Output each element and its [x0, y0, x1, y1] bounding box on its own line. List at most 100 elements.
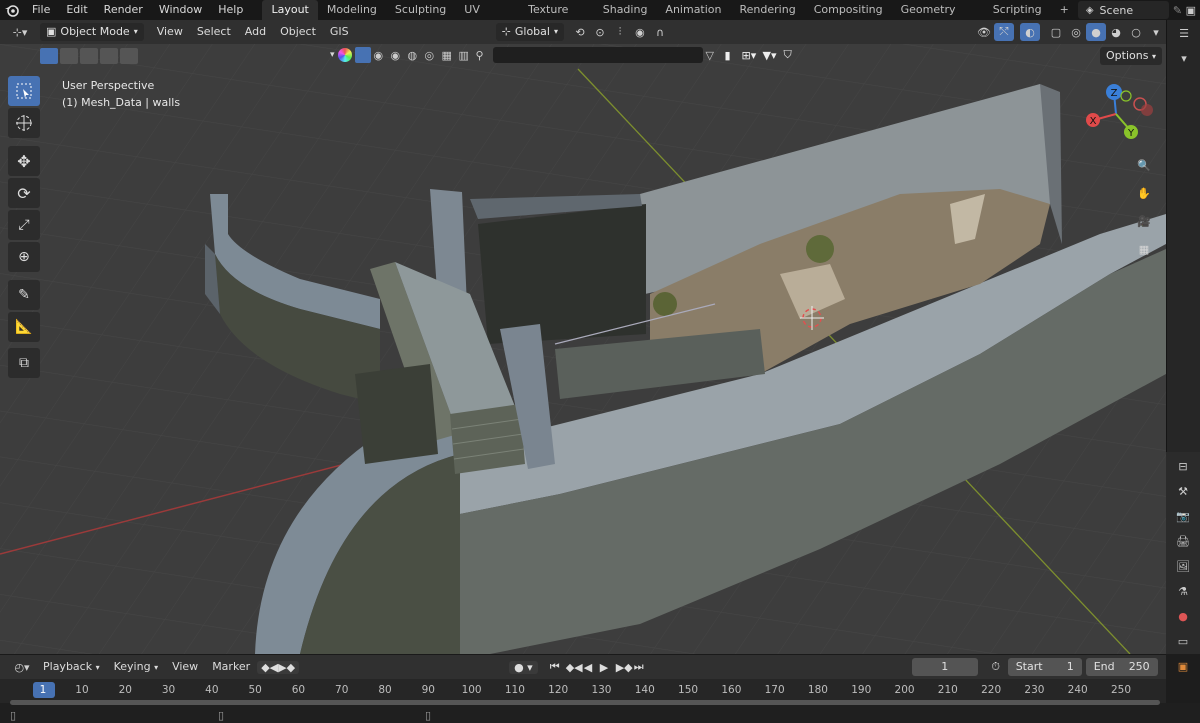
search-input[interactable] [492, 47, 703, 63]
scene-settings-icon[interactable]: ⚗ [1171, 580, 1195, 602]
menu-marker[interactable]: Marker [205, 655, 257, 679]
menu-add[interactable]: Add [238, 20, 273, 44]
shading-solid-icon[interactable]: ● [1086, 23, 1106, 41]
play-reverse-button[interactable]: ◀ [584, 661, 600, 674]
options-dropdown[interactable]: Options ▾ [1100, 47, 1162, 65]
timeline-scrollbar[interactable]: ▯ ▯ ▯ [0, 700, 1200, 723]
hand-pan-icon[interactable]: ✋ [1131, 180, 1157, 206]
menu-file[interactable]: File [24, 0, 58, 20]
tab-texture-paint[interactable]: Texture Paint [519, 0, 594, 36]
color-wheel-icon[interactable] [337, 48, 352, 62]
tab-sculpting[interactable]: Sculpting [386, 0, 455, 20]
xray-icon[interactable]: ▢ [1046, 23, 1066, 41]
chevron-down-icon[interactable]: ▾ [330, 50, 335, 60]
current-frame-field[interactable]: 1 [911, 658, 978, 676]
menu-render[interactable]: Render [96, 0, 151, 20]
jump-end-button[interactable]: ⏭ [634, 660, 650, 674]
filter-icon-2[interactable]: ◉ [391, 49, 405, 62]
menu-view[interactable]: View [150, 20, 190, 44]
render-settings-icon[interactable]: 📷 [1171, 505, 1195, 527]
tab-geometry-nodes[interactable]: Geometry Nodes [892, 0, 984, 36]
move-tool-icon[interactable]: ✥ [8, 146, 40, 176]
marker-handle-left[interactable]: ▯ [10, 709, 16, 722]
properties-editor-icon[interactable]: ⊟ [1171, 455, 1195, 477]
editor-type-icon[interactable]: ⊹▾ [6, 23, 34, 41]
gizmo-toggle-icon[interactable]: ⤲ [994, 23, 1014, 41]
visibility-eye-icon[interactable]: 👁 [974, 23, 994, 41]
end-frame-field[interactable]: End 250 [1085, 658, 1158, 676]
transform-tool-icon[interactable]: ⊕ [8, 242, 40, 272]
shield-icon[interactable]: ⛉ [784, 48, 798, 62]
outliner-filter-icon[interactable]: ▾ [1172, 47, 1196, 69]
filter-icon-3[interactable]: ◍ [408, 49, 422, 62]
falloff-icon[interactable]: ∩ [650, 23, 670, 41]
menu-select[interactable]: Select [190, 20, 238, 44]
menu-gis[interactable]: GIS [323, 20, 356, 44]
select-new-icon[interactable] [40, 48, 58, 64]
select-invert-icon[interactable] [100, 48, 118, 64]
measure-tool-icon[interactable]: 📐 [8, 312, 40, 342]
menu-playback[interactable]: Playback ▾ [36, 655, 107, 680]
navigation-gizmo[interactable]: Z X Y [1080, 78, 1160, 148]
mode-dropdown[interactable]: ▣ Object Mode ▾ [40, 23, 144, 41]
timeline-editor-type-icon[interactable]: ◴▾ [8, 658, 36, 676]
pin-icon[interactable]: ✎ [1173, 4, 1186, 17]
menu-object[interactable]: Object [273, 20, 323, 44]
object-type-icon[interactable] [354, 47, 371, 63]
start-frame-field[interactable]: Start 1 [1007, 658, 1082, 676]
collection-settings-icon[interactable]: ▭ [1171, 630, 1195, 652]
bookmark-icon[interactable]: ▮ [725, 49, 739, 62]
shading-material-icon[interactable]: ◕ [1106, 23, 1126, 41]
tab-uv-editing[interactable]: UV Editing [455, 0, 519, 36]
camera-icon[interactable]: 🎥 [1131, 208, 1157, 234]
add-workspace-button[interactable]: + [1051, 0, 1078, 20]
play-button[interactable]: ▶ [600, 661, 616, 674]
overlay-toggle-icon[interactable]: ◐ [1020, 23, 1040, 41]
scene-render[interactable] [0, 44, 1166, 654]
next-keyframe-button[interactable]: ▶◆ [616, 661, 634, 674]
snap-target-icon[interactable]: ⫶ [610, 23, 630, 41]
outliner-icon[interactable]: ☰ [1172, 22, 1196, 44]
select-intersect-icon[interactable] [120, 48, 138, 64]
jump-start-button[interactable]: ⏮ [550, 660, 566, 674]
scene-selector[interactable]: ◈ Scene [1077, 1, 1169, 19]
world-settings-icon[interactable]: ● [1171, 605, 1195, 627]
annotate-tool-icon[interactable]: ✎ [8, 280, 40, 310]
orientation-dropdown[interactable]: ⊹ Global ▾ [495, 23, 564, 41]
funnel-toggle-icon[interactable]: ▽ [706, 49, 722, 62]
tab-scripting[interactable]: Scripting [984, 0, 1051, 20]
view-layer-icon[interactable]: ▣ [1186, 4, 1200, 17]
tab-shading[interactable]: Shading [594, 0, 657, 20]
filter-funnel-icon[interactable]: ▼▾ [763, 49, 781, 62]
hierarchy-icon[interactable]: ⊞▾ [742, 49, 760, 62]
record-button[interactable]: ● ▾ [509, 660, 538, 674]
select-subtract-icon[interactable] [80, 48, 98, 64]
proportional-edit-icon[interactable]: ◉ [630, 23, 650, 41]
add-cube-tool-icon[interactable]: ⧉ [8, 348, 40, 378]
scrollbar-track[interactable] [10, 700, 1160, 705]
shading-options-icon[interactable]: ▾ [1146, 23, 1166, 41]
menu-window[interactable]: Window [151, 0, 210, 20]
shading-wireframe-icon[interactable]: ◎ [1066, 23, 1086, 41]
tab-animation[interactable]: Animation [656, 0, 730, 20]
tab-modeling[interactable]: Modeling [318, 0, 386, 20]
tab-rendering[interactable]: Rendering [731, 0, 805, 20]
3d-viewport[interactable]: User Perspective (1) Mesh_Data | walls ▾… [0, 44, 1166, 654]
marker-handle-mid[interactable]: ▯ [218, 709, 224, 722]
shading-rendered-icon[interactable]: ○ [1126, 23, 1146, 41]
object-settings-icon[interactable]: ▣ [1171, 655, 1195, 677]
pivot-icon[interactable]: ⟲ [570, 23, 590, 41]
scale-tool-icon[interactable]: ⤢ [8, 210, 40, 240]
tool-settings-icon[interactable]: ⚒ [1171, 480, 1195, 502]
prev-keyframe-button[interactable]: ◆◀ [566, 661, 584, 674]
tab-compositing[interactable]: Compositing [805, 0, 892, 20]
view-layer-settings-icon[interactable]: 🖼 [1171, 555, 1195, 577]
filter-icon-1[interactable]: ◉ [374, 49, 388, 62]
snap-icon[interactable]: ⊙ [590, 23, 610, 41]
select-box-icon[interactable] [8, 76, 40, 106]
menu-edit[interactable]: Edit [58, 0, 95, 20]
zoom-icon[interactable]: 🔍 [1131, 152, 1157, 178]
ortho-grid-icon[interactable]: ▦ [1131, 236, 1157, 262]
marker-handle-right[interactable]: ▯ [425, 709, 431, 722]
blender-logo-icon[interactable] [0, 3, 24, 17]
